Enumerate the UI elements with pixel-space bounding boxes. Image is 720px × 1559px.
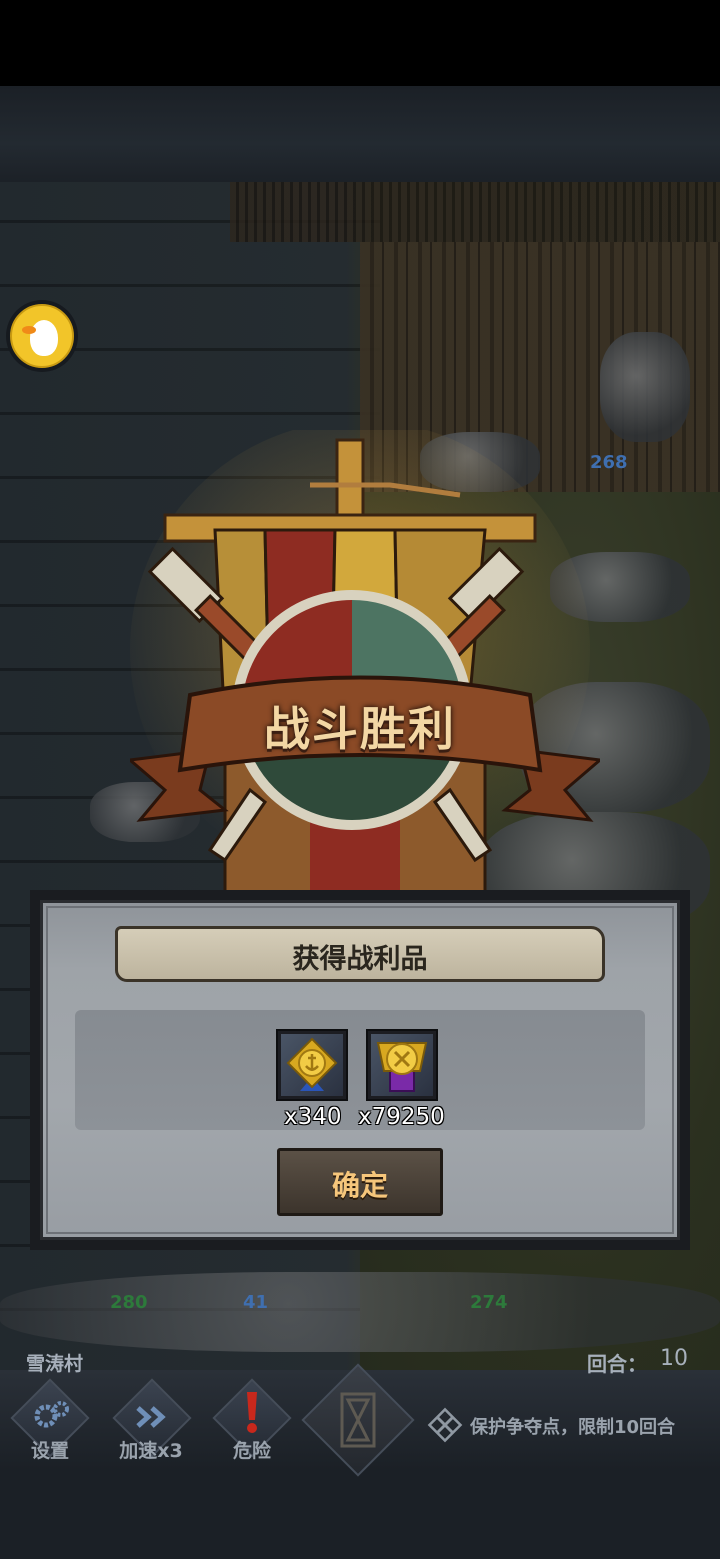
bottom-bar xyxy=(0,1470,720,1559)
battle-victory-title: 战斗胜利 xyxy=(264,702,456,756)
loot-item-count: x79250 xyxy=(358,1104,445,1130)
loot-item-slot[interactable] xyxy=(276,1029,348,1101)
danger-label: 危险 xyxy=(232,1440,271,1462)
top-hud-strip xyxy=(0,86,720,182)
loot-item-count: x340 xyxy=(284,1104,342,1130)
gold-anchor-medal-icon xyxy=(286,1037,338,1091)
top-black-bar xyxy=(0,0,720,86)
round-label: 回合： xyxy=(587,1352,647,1376)
unit-count-label: 41 xyxy=(243,1292,269,1313)
gold-cross-medal-icon xyxy=(376,1042,428,1092)
fast-forward-icon xyxy=(136,1406,166,1428)
round-counter: 10 xyxy=(660,1346,688,1371)
crossed-swords-icon xyxy=(427,1407,463,1443)
speed-label: 加速x3 xyxy=(119,1440,183,1462)
duck-avatar-icon[interactable] xyxy=(10,304,74,368)
unit-count-label: 280 xyxy=(110,1292,148,1313)
victory-emblem-icon xyxy=(130,430,600,900)
loot-item-slot[interactable] xyxy=(366,1029,438,1101)
hourglass-icon xyxy=(340,1392,376,1448)
army-row xyxy=(0,1272,720,1352)
unit-count-label: 274 xyxy=(470,1292,508,1313)
objective-text: 保护争夺点，限制10回合 xyxy=(470,1417,676,1438)
exclamation-icon xyxy=(247,1392,257,1433)
enemy-cavalry-unit[interactable] xyxy=(600,332,690,442)
loot-title: 获得战利品 xyxy=(292,944,428,975)
location-name: 雪涛村 xyxy=(26,1353,84,1375)
palisade-top xyxy=(230,182,720,242)
gear-icon xyxy=(34,1401,69,1428)
confirm-button[interactable] xyxy=(277,1148,443,1216)
settings-label: 设置 xyxy=(30,1440,69,1462)
